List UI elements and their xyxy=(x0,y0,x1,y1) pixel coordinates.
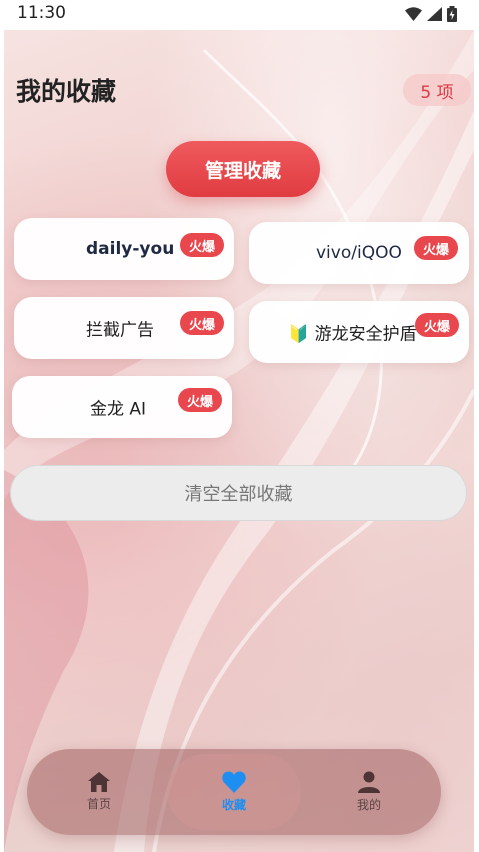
wifi-icon xyxy=(405,7,422,21)
favorite-card[interactable]: 金龙 AI 火爆 xyxy=(12,376,232,438)
hot-badge: 火爆 xyxy=(180,233,224,257)
manage-favorites-button[interactable]: 管理收藏 xyxy=(166,141,320,197)
favorite-label: 🔰 游龙安全护盾 xyxy=(288,324,417,345)
nav-label: 我的 xyxy=(356,798,381,812)
hot-badge: 火爆 xyxy=(415,313,459,337)
signal-icon xyxy=(427,7,442,21)
nav-item-home[interactable]: 首页 xyxy=(49,749,149,835)
favorite-label: vivo/iQOO xyxy=(316,243,402,263)
page-title: 我的收藏 xyxy=(16,77,117,106)
clear-all-button[interactable]: 清空全部收藏 xyxy=(10,465,467,521)
favorite-card[interactable]: vivo/iQOO 火爆 xyxy=(249,222,469,284)
favorite-label: daily-you xyxy=(86,239,175,259)
person-icon xyxy=(358,771,380,793)
favorite-label: 拦截广告 xyxy=(86,320,154,341)
hot-badge: 火爆 xyxy=(178,388,222,412)
favorite-label: 金龙 AI xyxy=(90,399,147,420)
heart-icon xyxy=(222,771,246,793)
status-bar: 11:30 xyxy=(0,0,479,30)
battery-icon xyxy=(447,6,457,22)
hot-badge: 火爆 xyxy=(414,236,458,260)
favorite-card[interactable]: daily-you 火爆 xyxy=(14,218,234,280)
bottom-nav: 首页 收藏 我的 xyxy=(27,749,441,835)
favorite-card[interactable]: 🔰 游龙安全护盾 火爆 xyxy=(249,301,469,363)
nav-item-profile[interactable]: 我的 xyxy=(319,749,419,835)
nav-label: 收藏 xyxy=(221,798,246,812)
home-icon xyxy=(88,772,110,792)
hot-badge: 火爆 xyxy=(180,311,224,335)
status-icons xyxy=(405,6,457,22)
nav-item-favorites[interactable]: 收藏 xyxy=(167,754,301,830)
nav-label: 首页 xyxy=(86,797,111,811)
status-time: 11:30 xyxy=(17,3,66,23)
count-badge: 5 项 xyxy=(403,74,471,106)
favorite-card[interactable]: 拦截广告 火爆 xyxy=(14,297,234,359)
